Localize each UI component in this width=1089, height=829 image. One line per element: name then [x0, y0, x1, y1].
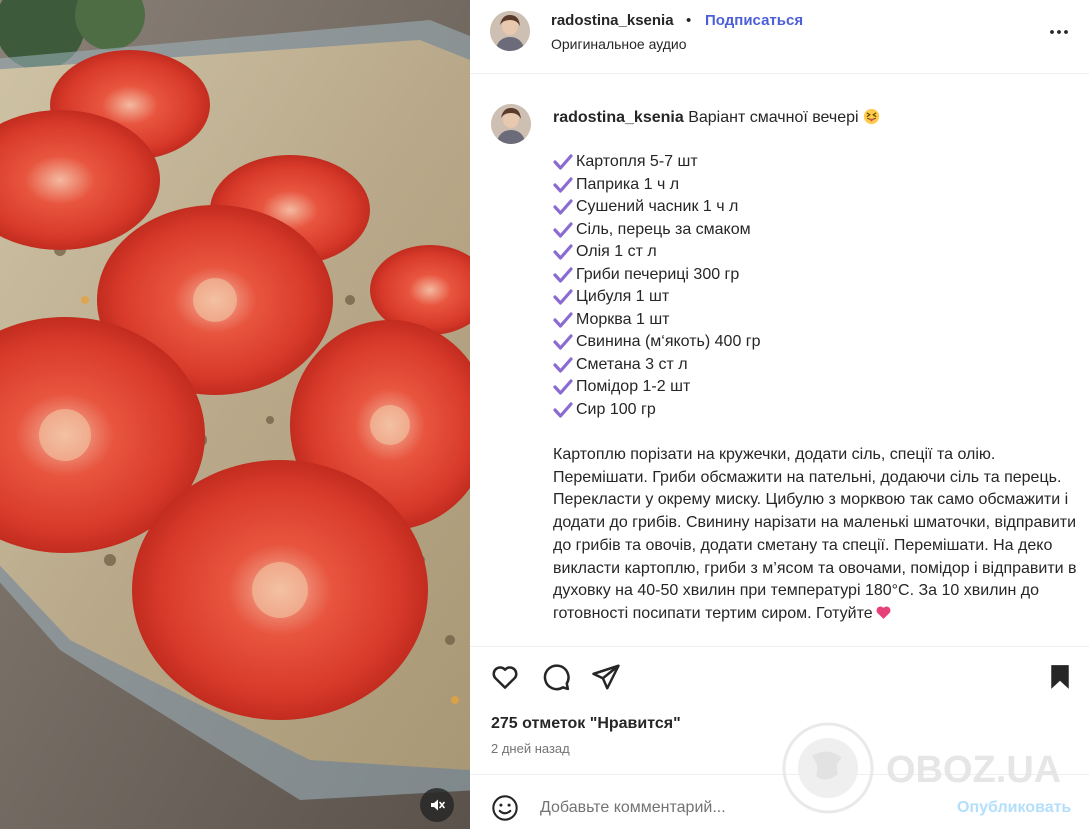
emoji-picker-icon[interactable] — [491, 794, 519, 822]
ingredient-text: Паприка 1 ч л — [576, 175, 680, 193]
ingredient-text: Свинина (м‘якоть) 400 гр — [576, 333, 761, 351]
likes-count[interactable]: 275 отметок "Нравится" — [491, 715, 681, 733]
watermark-text: OBOZ.UA — [886, 749, 1061, 791]
ingredient-item: Картопля 5-7 шт — [553, 151, 761, 174]
oboz-watermark: OBOZ.UA — [782, 722, 1061, 814]
checkmark-icon — [553, 334, 573, 350]
checkmark-icon — [553, 357, 573, 373]
bookmark-icon[interactable] — [1045, 662, 1075, 692]
post-caption: radostina_ksenia Варіант смачної вечері … — [470, 74, 1089, 646]
instructions-text: Картоплю порізати на кружечки, додати сі… — [553, 446, 1077, 622]
caption-first-line: radostina_ksenia Варіант смачної вечері — [553, 108, 880, 127]
checkmark-icon — [553, 244, 573, 260]
ingredient-text: Сир 100 гр — [576, 400, 656, 418]
more-options-icon[interactable] — [1047, 20, 1071, 44]
ingredient-text: Сіль, перець за смаком — [576, 220, 751, 238]
ingredient-item: Сіль, перець за смаком — [553, 219, 761, 242]
post-details-panel: radostina_ksenia • Подписаться Оригиналь… — [470, 0, 1089, 829]
ingredient-text: Морква 1 шт — [576, 310, 670, 328]
ingredient-text: Олія 1 ст л — [576, 243, 657, 261]
ingredient-text: Сушений часник 1 ч л — [576, 198, 739, 216]
author-avatar[interactable] — [490, 11, 530, 51]
comment-icon[interactable] — [541, 662, 571, 692]
checkmark-icon — [553, 289, 573, 305]
separator-dot: • — [686, 12, 692, 29]
ingredient-text: Гриби печериці 300 гр — [576, 265, 740, 283]
post-header: radostina_ksenia • Подписаться Оригиналь… — [470, 0, 1089, 74]
ingredient-item: Гриби печериці 300 гр — [553, 264, 761, 287]
squinting-face-tongue-emoji — [863, 108, 880, 125]
ingredients-list: Картопля 5-7 шт Паприка 1 ч л Сушений ча… — [553, 151, 761, 421]
checkmark-icon — [553, 177, 573, 193]
post-media[interactable] — [0, 0, 470, 829]
avatar-image — [491, 104, 531, 144]
ingredient-text: Цибуля 1 шт — [576, 288, 670, 306]
caption-username[interactable]: radostina_ksenia — [553, 109, 684, 126]
mute-toggle-button[interactable] — [420, 788, 454, 822]
speaker-muted-icon — [431, 799, 445, 811]
recipe-instructions: Картоплю порізати на кружечки, додати сі… — [553, 444, 1083, 626]
heart-icon[interactable] — [490, 662, 520, 692]
checkmark-icon — [553, 379, 573, 395]
ingredient-item: Помідор 1-2 шт — [553, 376, 761, 399]
ingredient-item: Паприка 1 ч л — [553, 174, 761, 197]
ingredient-text: Картопля 5-7 шт — [576, 153, 698, 171]
ingredient-item: Свинина (м‘якоть) 400 гр — [553, 331, 761, 354]
checkmark-icon — [553, 267, 573, 283]
ingredient-item: Морква 1 шт — [553, 309, 761, 332]
audio-label[interactable]: Оригинальное аудио — [551, 36, 687, 52]
caption-title-text: Варіант смачної вечері — [688, 109, 859, 126]
ingredient-item: Сметана 3 ст л — [553, 354, 761, 377]
checkmark-icon — [553, 199, 573, 215]
pink-heart-emoji — [876, 606, 891, 619]
ingredient-item: Сушений часник 1 ч л — [553, 196, 761, 219]
author-username[interactable]: radostina_ksenia — [551, 12, 674, 29]
ingredient-item: Сир 100 гр — [553, 399, 761, 422]
checkmark-icon — [553, 154, 573, 170]
checkmark-icon — [553, 222, 573, 238]
ingredient-text: Помідор 1-2 шт — [576, 378, 691, 396]
avatar-image — [490, 11, 530, 51]
follow-button[interactable]: Подписаться — [705, 12, 803, 29]
ingredient-item: Олія 1 ст л — [553, 241, 761, 264]
ingredient-text: Сметана 3 ст л — [576, 355, 688, 373]
caption-author-avatar[interactable] — [491, 104, 531, 144]
post-date[interactable]: 2 дней назад — [491, 741, 570, 756]
checkmark-icon — [553, 402, 573, 418]
ingredient-item: Цибуля 1 шт — [553, 286, 761, 309]
share-icon[interactable] — [591, 662, 621, 692]
checkmark-icon — [553, 312, 573, 328]
casserole-photo — [0, 0, 470, 829]
